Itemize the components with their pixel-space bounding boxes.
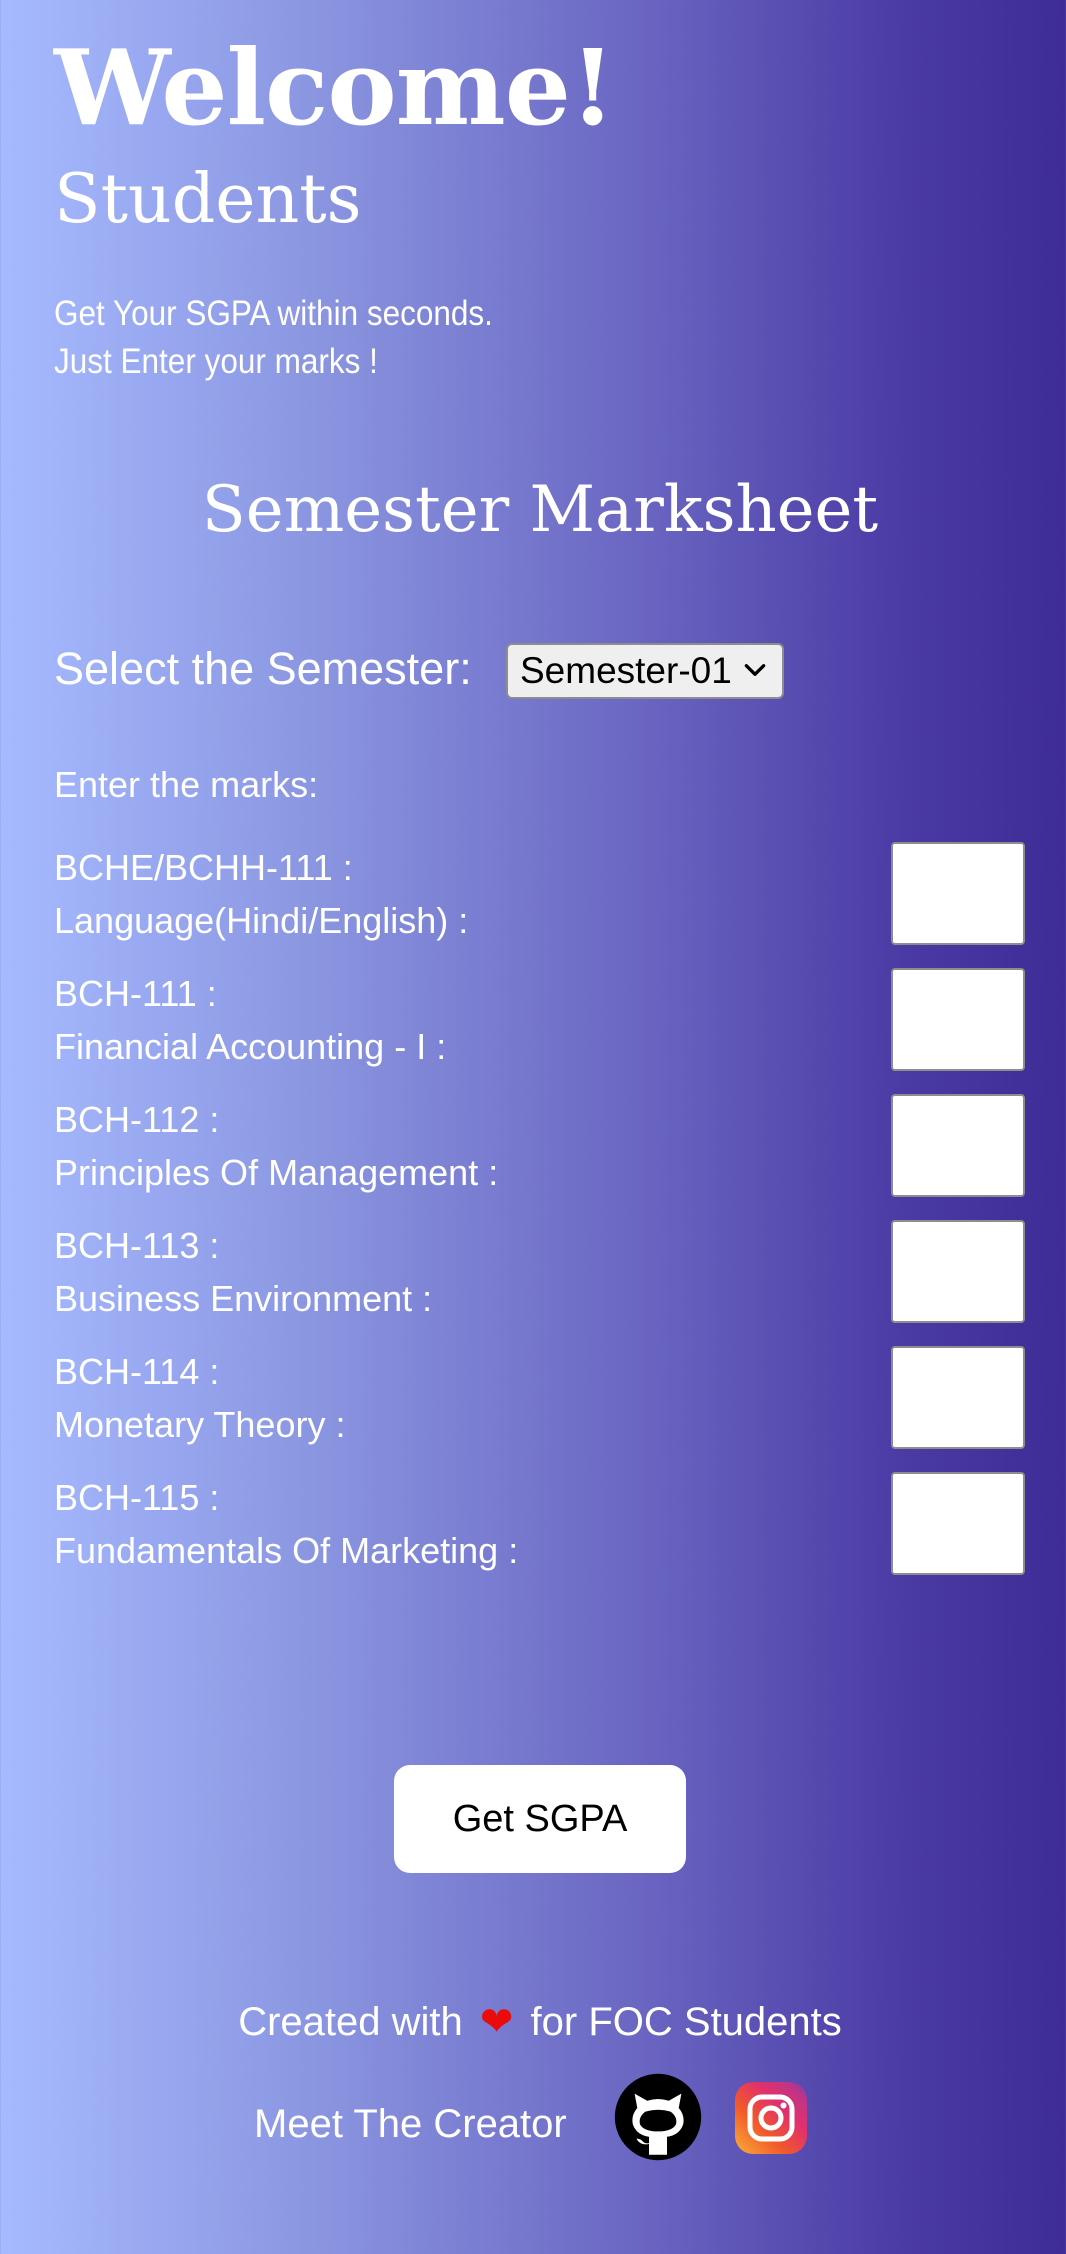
semester-select[interactable]: Semester-01 xyxy=(506,643,784,699)
subject-label: BCH-112 : Principles Of Management : xyxy=(54,1093,498,1199)
semester-select-label: Select the Semester: xyxy=(54,643,472,694)
subject-name: Principles Of Management : xyxy=(54,1152,499,1193)
heart-icon: ❤ xyxy=(479,2000,514,2044)
subject-label: BCHE/BCHH-111 : Language(Hindi/English) … xyxy=(54,841,468,947)
marks-input-bch-113[interactable] xyxy=(891,1220,1025,1323)
subject-label: BCH-114 : Monetary Theory : xyxy=(54,1345,345,1451)
credits-suffix: for FOC Students xyxy=(530,2000,842,2044)
subject-code: BCH-115 : xyxy=(54,1477,220,1518)
subject-code: BCH-112 : xyxy=(54,1099,220,1140)
tagline-line-1: Get Your SGPA within seconds. xyxy=(54,294,493,333)
subject-code: BCH-114 : xyxy=(54,1351,220,1392)
tagline-line-2: Just Enter your marks ! xyxy=(54,342,378,381)
subject-name: Language(Hindi/English) : xyxy=(54,900,469,941)
subject-code: BCH-113 : xyxy=(54,1225,220,1266)
chevron-down-icon xyxy=(744,664,766,676)
marks-input-bch-115[interactable] xyxy=(891,1472,1025,1575)
subject-code: BCH-111 : xyxy=(54,973,217,1014)
subject-name: Business Environment : xyxy=(54,1278,433,1319)
subject-label: BCH-115 : Fundamentals Of Marketing : xyxy=(54,1471,518,1577)
subject-name: Financial Accounting - I : xyxy=(54,1026,447,1067)
subject-name: Fundamentals Of Marketing : xyxy=(54,1530,519,1571)
students-heading: Students xyxy=(54,160,362,239)
subject-name: Monetary Theory : xyxy=(54,1404,346,1445)
credits-prefix: Created with xyxy=(238,2000,463,2044)
get-sgpa-button[interactable]: Get SGPA xyxy=(394,1765,686,1873)
enter-marks-label: Enter the marks: xyxy=(54,764,319,805)
semester-select-value: Semester-01 xyxy=(520,650,732,691)
subject-label: BCH-113 : Business Environment : xyxy=(54,1219,432,1325)
footer-credits: Created with ❤ for FOC Students xyxy=(0,1992,1066,2052)
tagline: Get Your SGPA within seconds. Just Enter… xyxy=(54,290,493,386)
meet-creator-label: Meet The Creator xyxy=(254,2102,567,2146)
marks-input-bch-111[interactable] xyxy=(891,968,1025,1071)
instagram-icon[interactable] xyxy=(735,2082,807,2154)
marks-input-bche-111[interactable] xyxy=(891,842,1025,945)
github-icon[interactable] xyxy=(613,2072,703,2162)
subject-code: BCHE/BCHH-111 : xyxy=(54,847,353,888)
marksheet-title: Semester Marksheet xyxy=(201,473,879,547)
marks-input-bch-114[interactable] xyxy=(891,1346,1025,1449)
welcome-heading: Welcome! xyxy=(54,26,616,149)
subject-label: BCH-111 : Financial Accounting - I : xyxy=(54,967,446,1073)
marks-input-bch-112[interactable] xyxy=(891,1094,1025,1197)
